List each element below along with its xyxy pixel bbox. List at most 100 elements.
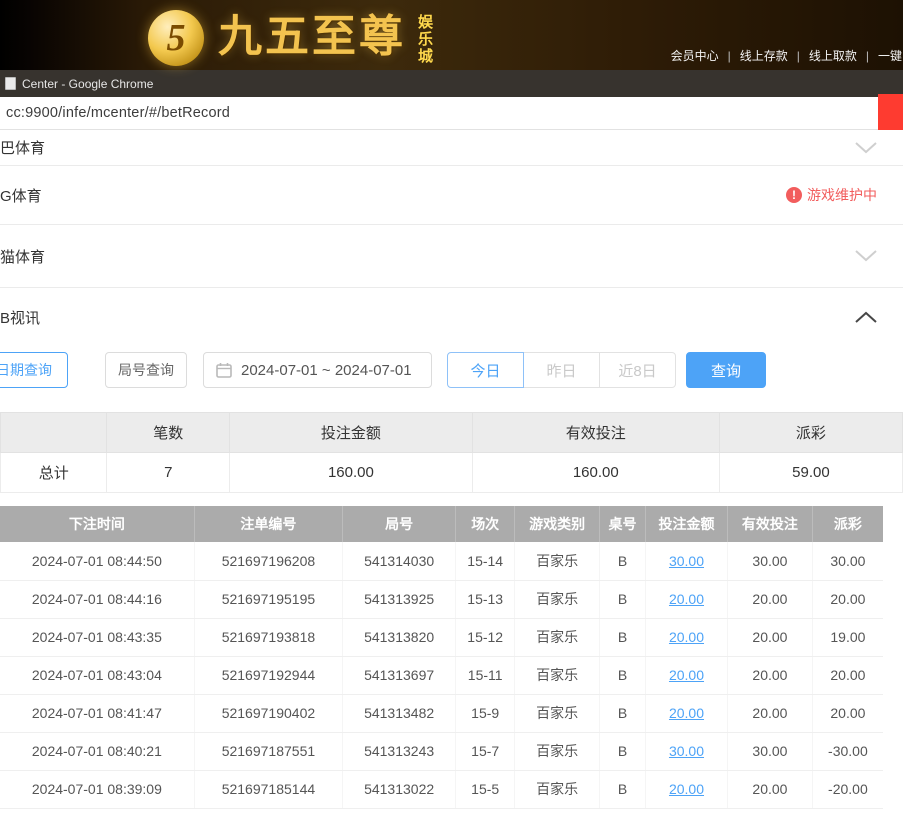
bet-time: 2024-07-01 08:44:50 [0, 542, 194, 580]
quick-today-button[interactable]: 今日 [447, 352, 524, 388]
brand-banner: 5 九五至尊 娱乐城 会员中心| 线上存款| 线上取款| 一键 [0, 0, 903, 70]
session: 15-5 [456, 770, 515, 808]
round-id: 541313482 [343, 694, 456, 732]
bet-id: 521697195195 [194, 580, 342, 618]
session: 15-11 [456, 656, 515, 694]
session: 15-13 [456, 580, 515, 618]
nav-one-key[interactable]: 一键 [869, 47, 903, 64]
table-row: 2024-07-01 08:41:47521697190402541313482… [0, 694, 883, 732]
session: 15-7 [456, 732, 515, 770]
payout: 30.00 [812, 542, 883, 580]
date-range-picker[interactable]: 2024-07-01 ~ 2024-07-01 [203, 352, 432, 388]
section-video-bb[interactable]: B视讯 [0, 288, 903, 346]
payout: 19.00 [812, 618, 883, 656]
bet-time: 2024-07-01 08:40:21 [0, 732, 194, 770]
valid-bet: 20.00 [728, 656, 813, 694]
summary-total-payout: 59.00 [719, 453, 902, 493]
header-bet-amount: 投注金额 [645, 506, 727, 542]
bet-amount-link[interactable]: 20.00 [645, 580, 727, 618]
window-title: Center - Google Chrome [22, 77, 153, 91]
url-text[interactable]: cc:9900/infe/mcenter/#/betRecord [0, 105, 230, 121]
browser-url-bar[interactable]: cc:9900/infe/mcenter/#/betRecord [0, 97, 903, 130]
quick-range-group: 今日 昨日 近8日 [447, 352, 676, 388]
summary-header-valid-bet: 有效投注 [472, 413, 719, 453]
bet-time: 2024-07-01 08:41:47 [0, 694, 194, 732]
section-label: 猫体育 [0, 246, 45, 267]
table-row: 2024-07-01 08:39:09521697185144541313022… [0, 770, 883, 808]
payout: 20.00 [812, 656, 883, 694]
table-row: 2024-07-01 08:44:50521697196208541314030… [0, 542, 883, 580]
game-type: 百家乐 [515, 656, 600, 694]
bet-amount-link[interactable]: 20.00 [645, 770, 727, 808]
bet-id: 521697190402 [194, 694, 342, 732]
section-label: 巴体育 [0, 137, 45, 158]
bet-id: 521697192944 [194, 656, 342, 694]
section-sports-2[interactable]: G体育 ! 游戏维护中 [0, 166, 903, 225]
payout: 20.00 [812, 694, 883, 732]
bet-amount-link[interactable]: 20.00 [645, 656, 727, 694]
brand-title: 九五至尊 [218, 2, 406, 72]
section-sports-3[interactable]: 猫体育 [0, 225, 903, 288]
table-code: B [600, 542, 646, 580]
search-button[interactable]: 查询 [686, 352, 766, 388]
session: 15-14 [456, 542, 515, 580]
brand-logo: 5 九五至尊 娱乐城 [148, 2, 436, 72]
bet-time: 2024-07-01 08:44:16 [0, 580, 194, 618]
date-query-button[interactable]: 日期查询 [0, 352, 68, 388]
summary-header-payout: 派彩 [719, 413, 902, 453]
bet-table-body: 2024-07-01 08:44:50521697196208541314030… [0, 542, 883, 808]
bet-time: 2024-07-01 08:39:09 [0, 770, 194, 808]
bet-record-table: 下注时间 注单编号 局号 场次 游戏类别 桌号 投注金额 有效投注 派彩 202… [0, 506, 883, 809]
top-nav: 会员中心| 线上存款| 线上取款| 一键 [662, 47, 903, 64]
summary-total-row: 总计 7 160.00 160.00 59.00 [1, 453, 903, 493]
chevron-down-icon[interactable] [855, 142, 877, 154]
round-id: 541313243 [343, 732, 456, 770]
summary-header-count: 笔数 [107, 413, 230, 453]
session: 15-9 [456, 694, 515, 732]
table-code: B [600, 732, 646, 770]
table-code: B [600, 580, 646, 618]
header-bet-time: 下注时间 [0, 506, 194, 542]
maintenance-badge: ! 游戏维护中 [786, 185, 877, 205]
table-row: 2024-07-01 08:43:04521697192944541313697… [0, 656, 883, 694]
table-code: B [600, 618, 646, 656]
bet-id: 521697187551 [194, 732, 342, 770]
bet-amount-link[interactable]: 20.00 [645, 618, 727, 656]
header-round-id: 局号 [343, 506, 456, 542]
bet-amount-link[interactable]: 20.00 [645, 694, 727, 732]
valid-bet: 20.00 [728, 694, 813, 732]
summary-total-valid-bet: 160.00 [472, 453, 719, 493]
maintenance-text: 游戏维护中 [807, 185, 877, 205]
section-label: B视讯 [0, 307, 40, 328]
section-sports-1[interactable]: 巴体育 [0, 130, 903, 166]
bet-amount-link[interactable]: 30.00 [645, 732, 727, 770]
bet-amount-link[interactable]: 30.00 [645, 542, 727, 580]
table-code: B [600, 656, 646, 694]
quick-last8days-button[interactable]: 近8日 [599, 352, 676, 388]
nav-member-center[interactable]: 会员中心 [662, 47, 728, 64]
nav-online-withdraw[interactable]: 线上取款 [800, 47, 866, 64]
chevron-down-icon[interactable] [855, 250, 877, 262]
bet-time: 2024-07-01 08:43:04 [0, 656, 194, 694]
round-id: 541313925 [343, 580, 456, 618]
round-query-button[interactable]: 局号查询 [105, 352, 187, 388]
header-bet-id: 注单编号 [194, 506, 342, 542]
header-session: 场次 [456, 506, 515, 542]
round-id: 541313022 [343, 770, 456, 808]
date-range-value: 2024-07-01 ~ 2024-07-01 [241, 362, 412, 379]
table-row: 2024-07-01 08:43:35521697193818541313820… [0, 618, 883, 656]
valid-bet: 20.00 [728, 770, 813, 808]
summary-total-label: 总计 [1, 453, 107, 493]
chevron-up-icon[interactable] [855, 311, 877, 323]
nav-online-deposit[interactable]: 线上存款 [731, 47, 797, 64]
summary-header-bet-amount: 投注金额 [230, 413, 473, 453]
valid-bet: 30.00 [728, 732, 813, 770]
calendar-icon [216, 362, 232, 378]
table-row: 2024-07-01 08:44:16521697195195541313925… [0, 580, 883, 618]
game-type: 百家乐 [515, 618, 600, 656]
header-game-type: 游戏类别 [515, 506, 600, 542]
bet-table-header-row: 下注时间 注单编号 局号 场次 游戏类别 桌号 投注金额 有效投注 派彩 [0, 506, 883, 542]
quick-yesterday-button[interactable]: 昨日 [523, 352, 600, 388]
bet-id: 521697196208 [194, 542, 342, 580]
coin-logo-icon: 5 [148, 10, 204, 66]
